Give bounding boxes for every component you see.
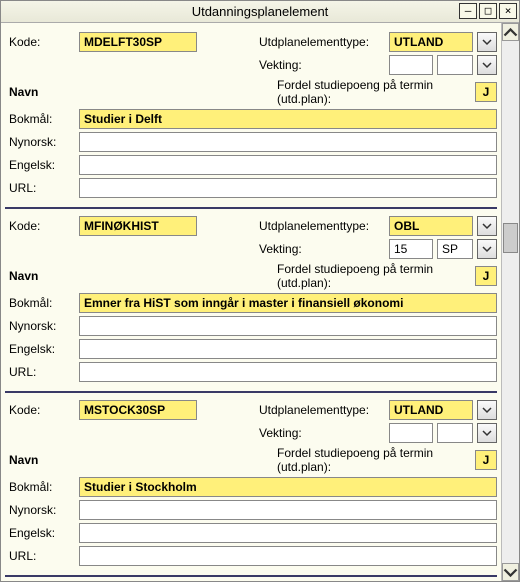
- type-dropdown[interactable]: [477, 32, 497, 52]
- chevron-down-icon: [482, 37, 492, 47]
- bokmal-label: Bokmål:: [5, 480, 75, 494]
- engelsk-input[interactable]: [79, 523, 497, 543]
- nynorsk-input[interactable]: [79, 500, 497, 520]
- url-label: URL:: [5, 365, 75, 379]
- navn-label: Navn: [5, 85, 75, 99]
- bokmal-input[interactable]: [79, 477, 497, 497]
- window: Utdanningsplanelement – □ × Kode: Utdplan…: [0, 0, 520, 582]
- type-label: Utdplanelementtype:: [259, 219, 385, 233]
- vekting-unit-dropdown[interactable]: [477, 55, 497, 75]
- vekting-value-input[interactable]: [389, 239, 433, 259]
- navn-label: Navn: [5, 453, 75, 467]
- titlebar: Utdanningsplanelement – □ ×: [1, 1, 519, 23]
- engelsk-label: Engelsk:: [5, 158, 75, 172]
- window-buttons: – □ ×: [459, 3, 517, 19]
- chevron-down-icon: [503, 565, 518, 580]
- nynorsk-label: Nynorsk:: [5, 319, 75, 333]
- type-dropdown[interactable]: [477, 400, 497, 420]
- scroll-down-button[interactable]: [502, 563, 519, 581]
- nynorsk-label: Nynorsk:: [5, 503, 75, 517]
- vekting-unit-dropdown[interactable]: [477, 423, 497, 443]
- kode-label: Kode:: [5, 403, 75, 417]
- fordel-label: Fordel studiepoeng på termin (utd.plan):: [277, 78, 471, 106]
- vekting-unit-input[interactable]: [437, 239, 473, 259]
- fordel-j-button[interactable]: J: [475, 266, 497, 286]
- fordel-label: Fordel studiepoeng på termin (utd.plan):: [277, 446, 471, 474]
- close-button[interactable]: ×: [499, 3, 517, 19]
- vekting-label: Vekting:: [259, 426, 385, 440]
- url-input[interactable]: [79, 362, 497, 382]
- type-input[interactable]: [389, 400, 473, 420]
- vertical-scrollbar[interactable]: [501, 23, 519, 581]
- vekting-unit-input[interactable]: [437, 423, 473, 443]
- bokmal-label: Bokmål:: [5, 112, 75, 126]
- minimize-button[interactable]: –: [459, 3, 477, 19]
- engelsk-label: Engelsk:: [5, 342, 75, 356]
- kode-label: Kode:: [5, 219, 75, 233]
- scroll-thumb[interactable]: [503, 223, 518, 253]
- fordel-j-button[interactable]: J: [475, 82, 497, 102]
- kode-input[interactable]: [79, 216, 197, 236]
- chevron-up-icon: [503, 25, 518, 40]
- vekting-label: Vekting:: [259, 242, 385, 256]
- type-dropdown[interactable]: [477, 216, 497, 236]
- type-label: Utdplanelementtype:: [259, 35, 385, 49]
- record: Kode: Utdplanelementtype: Vekting: Navn Ford…: [5, 25, 497, 209]
- engelsk-input[interactable]: [79, 155, 497, 175]
- chevron-down-icon: [482, 428, 492, 438]
- bokmal-input[interactable]: [79, 109, 497, 129]
- kode-label: Kode:: [5, 35, 75, 49]
- type-input[interactable]: [389, 32, 473, 52]
- fordel-j-button[interactable]: J: [475, 450, 497, 470]
- url-input[interactable]: [79, 546, 497, 566]
- vekting-unit-dropdown[interactable]: [477, 239, 497, 259]
- vekting-value-input[interactable]: [389, 55, 433, 75]
- fordel-label: Fordel studiepoeng på termin (utd.plan):: [277, 262, 471, 290]
- url-input[interactable]: [79, 178, 497, 198]
- chevron-down-icon: [482, 60, 492, 70]
- bokmal-input[interactable]: [79, 293, 497, 313]
- url-label: URL:: [5, 181, 75, 195]
- records-pane: Kode: Utdplanelementtype: Vekting: Navn Ford…: [1, 23, 501, 581]
- content-area: Kode: Utdplanelementtype: Vekting: Navn Ford…: [1, 23, 519, 581]
- record: Kode: Utdplanelementtype: Vekting: Navn Ford…: [5, 209, 497, 393]
- type-input[interactable]: [389, 216, 473, 236]
- record: Kode: Utdplanelementtype: Vekting: Navn Ford…: [5, 393, 497, 577]
- vekting-value-input[interactable]: [389, 423, 433, 443]
- engelsk-input[interactable]: [79, 339, 497, 359]
- navn-label: Navn: [5, 269, 75, 283]
- nynorsk-label: Nynorsk:: [5, 135, 75, 149]
- kode-input[interactable]: [79, 32, 197, 52]
- engelsk-label: Engelsk:: [5, 526, 75, 540]
- vekting-unit-input[interactable]: [437, 55, 473, 75]
- window-title: Utdanningsplanelement: [1, 4, 519, 19]
- chevron-down-icon: [482, 244, 492, 254]
- bokmal-label: Bokmål:: [5, 296, 75, 310]
- chevron-down-icon: [482, 221, 492, 231]
- url-label: URL:: [5, 549, 75, 563]
- vekting-label: Vekting:: [259, 58, 385, 72]
- type-label: Utdplanelementtype:: [259, 403, 385, 417]
- nynorsk-input[interactable]: [79, 316, 497, 336]
- maximize-button[interactable]: □: [479, 3, 497, 19]
- scroll-up-button[interactable]: [502, 23, 519, 41]
- chevron-down-icon: [482, 405, 492, 415]
- nynorsk-input[interactable]: [79, 132, 497, 152]
- kode-input[interactable]: [79, 400, 197, 420]
